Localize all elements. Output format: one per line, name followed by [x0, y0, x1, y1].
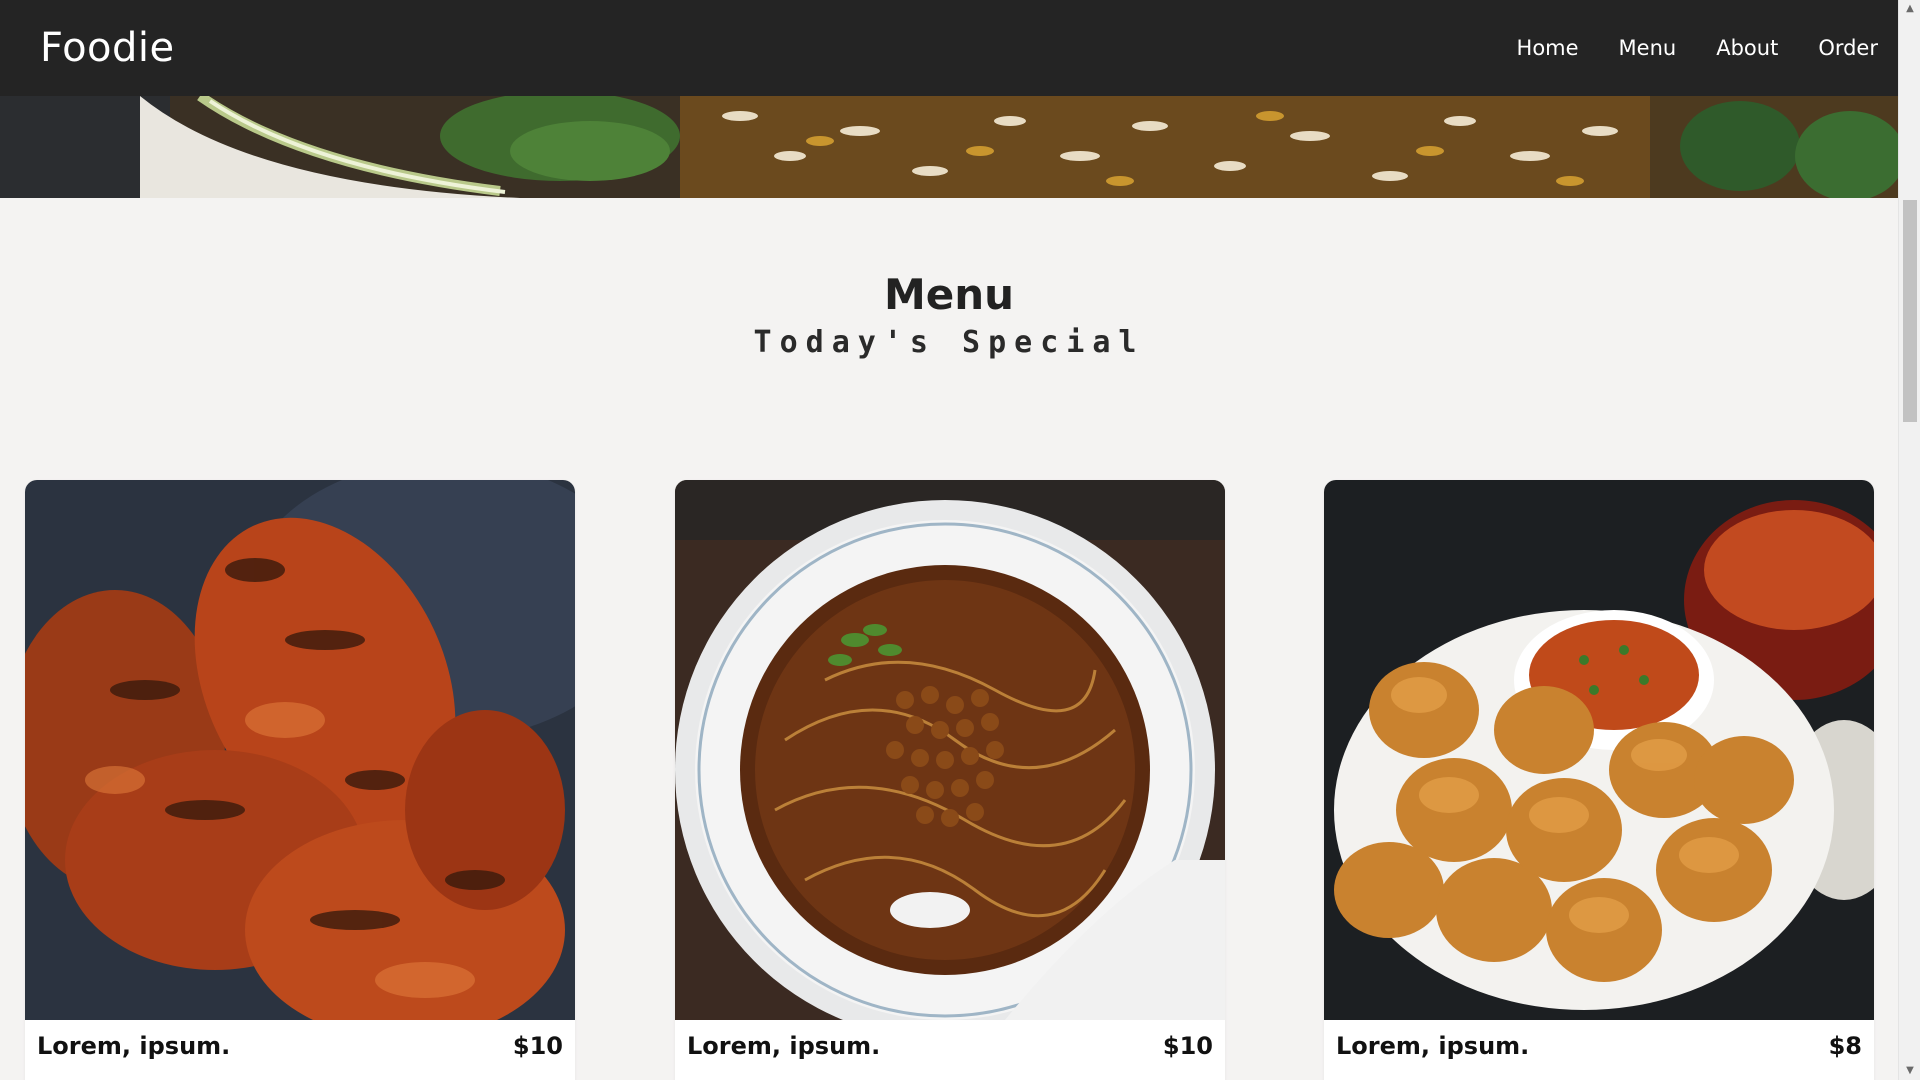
page-scrollbar[interactable]: ▲ ▼: [1898, 0, 1920, 1080]
tandoori-chicken-image: [25, 480, 575, 1020]
brand-logo[interactable]: Foodie: [40, 25, 175, 71]
scroll-up-arrow-icon[interactable]: ▲: [1899, 0, 1920, 18]
nav-about-link[interactable]: About: [1716, 36, 1778, 60]
card-footer: Lorem, ipsum. $10: [675, 1018, 1225, 1080]
scrollbar-thumb[interactable]: [1903, 200, 1917, 422]
noodle-soup-image: [675, 480, 1225, 1020]
nav-order-link[interactable]: Order: [1818, 36, 1878, 60]
page: Foodie Home Menu About Order Menu Today'…: [0, 0, 1920, 1080]
nav-menu-link[interactable]: Menu: [1619, 36, 1677, 60]
card-footer: Lorem, ipsum. $8: [1324, 1018, 1874, 1080]
card-item-name: Lorem, ipsum.: [687, 1032, 881, 1060]
card-item-name: Lorem, ipsum.: [37, 1032, 231, 1060]
navbar: Foodie Home Menu About Order: [0, 0, 1898, 96]
card-footer: Lorem, ipsum. $10: [25, 1018, 575, 1080]
nav-links: Home Menu About Order: [1517, 36, 1878, 60]
section-subtitle: Today's Special: [753, 325, 1145, 360]
menu-card[interactable]: Lorem, ipsum. $10: [675, 480, 1225, 1080]
card-item-name: Lorem, ipsum.: [1336, 1032, 1530, 1060]
scroll-down-arrow-icon[interactable]: ▼: [1899, 1062, 1920, 1080]
card-item-price: $8: [1828, 1032, 1862, 1060]
section-title: Menu: [883, 270, 1015, 319]
card-item-price: $10: [512, 1032, 563, 1060]
hero-food-image: [0, 96, 1898, 198]
menu-card[interactable]: Lorem, ipsum. $10: [25, 480, 575, 1080]
menu-section-header: Menu Today's Special: [0, 270, 1898, 360]
nav-home-link[interactable]: Home: [1517, 36, 1579, 60]
card-item-price: $10: [1162, 1032, 1213, 1060]
menu-card[interactable]: Lorem, ipsum. $8: [1324, 480, 1874, 1080]
pav-bhaji-image: [1324, 480, 1874, 1020]
